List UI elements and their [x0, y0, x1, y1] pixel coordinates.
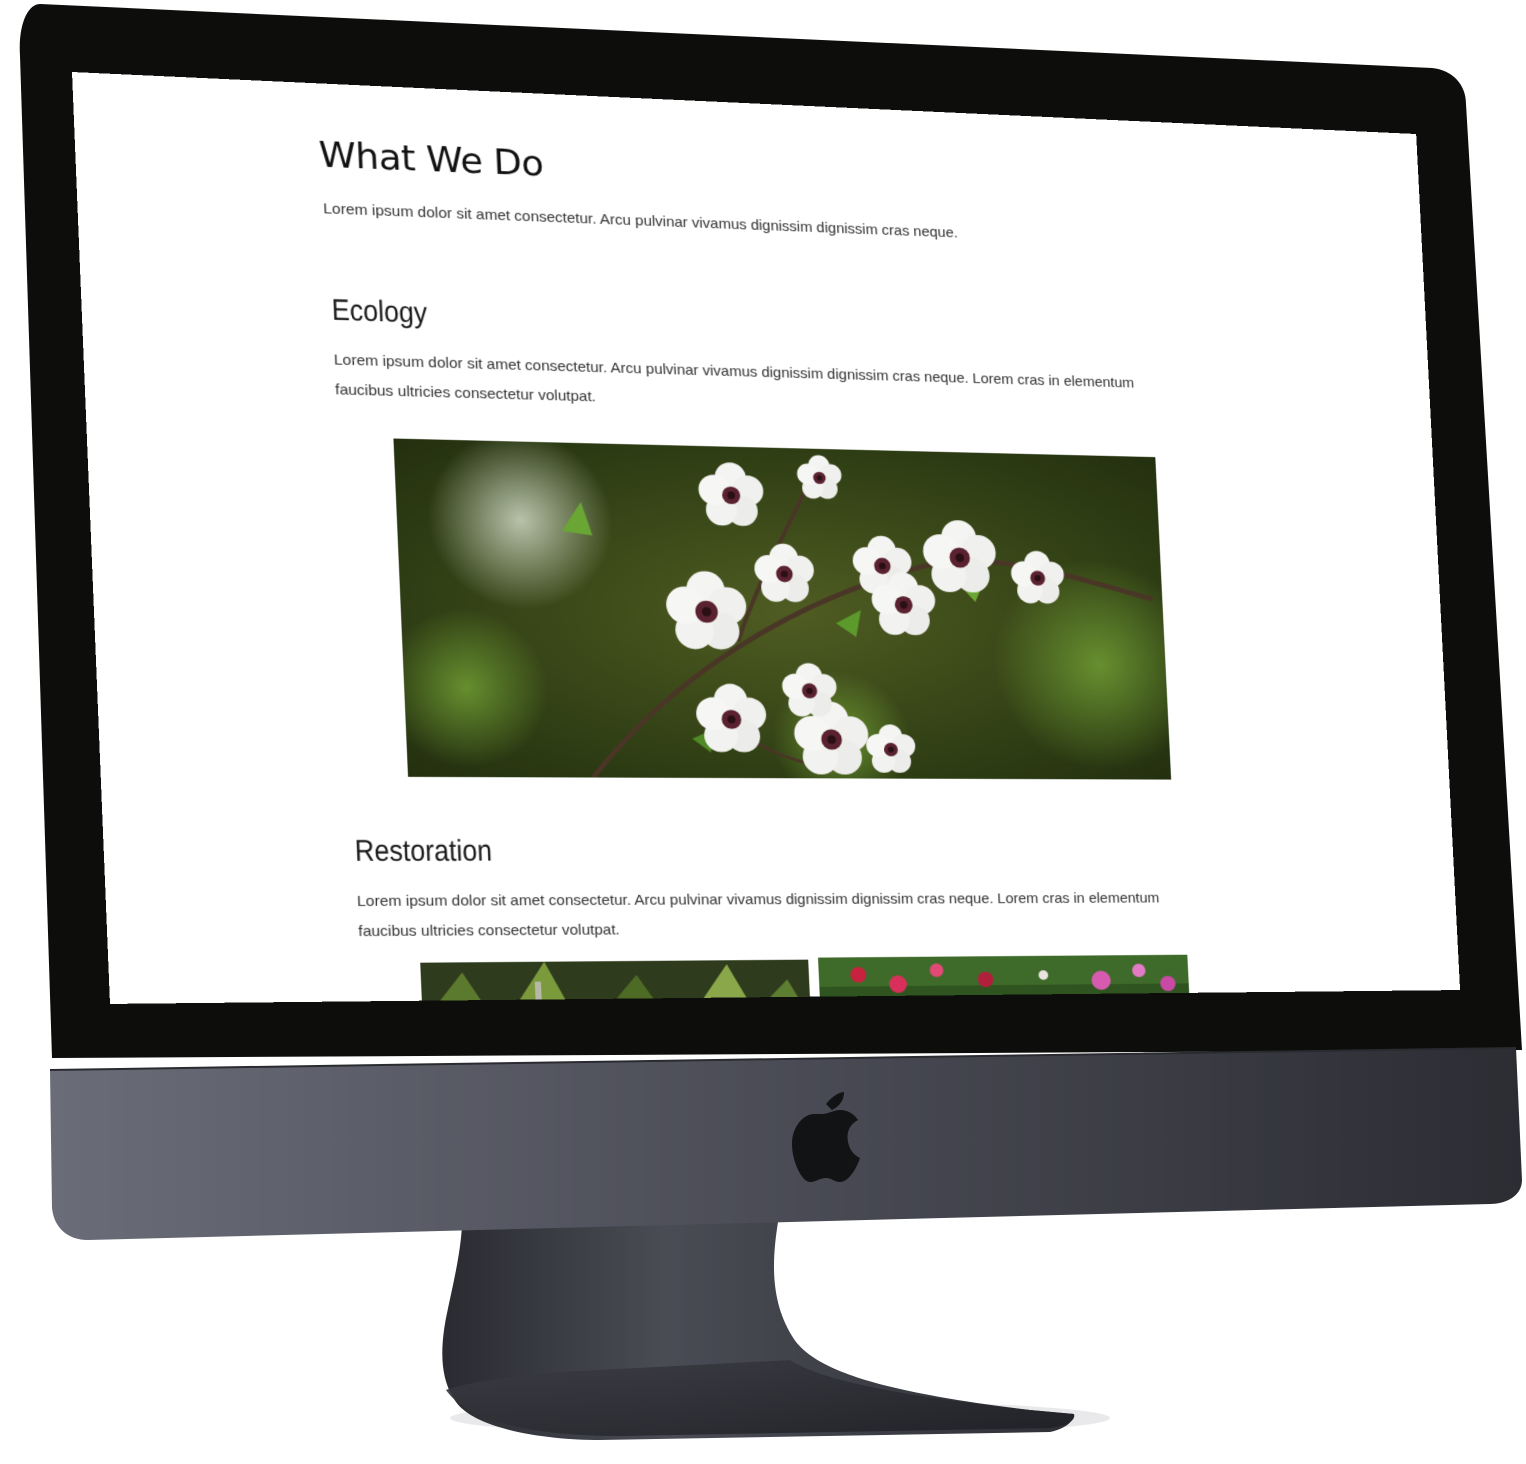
- desktop-mockup: What We Do Lorem ipsum dolor sit amet co…: [0, 0, 1526, 1464]
- section-body-restoration: Lorem ipsum dolor sit amet consectetur. …: [356, 884, 1213, 947]
- web-page: What We Do Lorem ipsum dolor sit amet co…: [72, 72, 1460, 1004]
- section-heading-restoration: Restoration: [354, 835, 493, 869]
- section-body-ecology: Lorem ipsum dolor sit amet consectetur. …: [333, 346, 1187, 428]
- fern-foliage-photo: [420, 960, 811, 1004]
- section-heading-ecology: Ecology: [331, 294, 428, 331]
- flower-blossom-photo: [393, 439, 1171, 780]
- page-title: What We Do: [318, 135, 544, 185]
- intro-text: Lorem ipsum dolor sit amet consectetur. …: [323, 200, 958, 241]
- browser-viewport: What We Do Lorem ipsum dolor sit amet co…: [72, 72, 1460, 1004]
- ecology-photo: [393, 439, 1171, 780]
- restoration-photo-left: [420, 960, 811, 1004]
- monitor-chin: [50, 1048, 1522, 1240]
